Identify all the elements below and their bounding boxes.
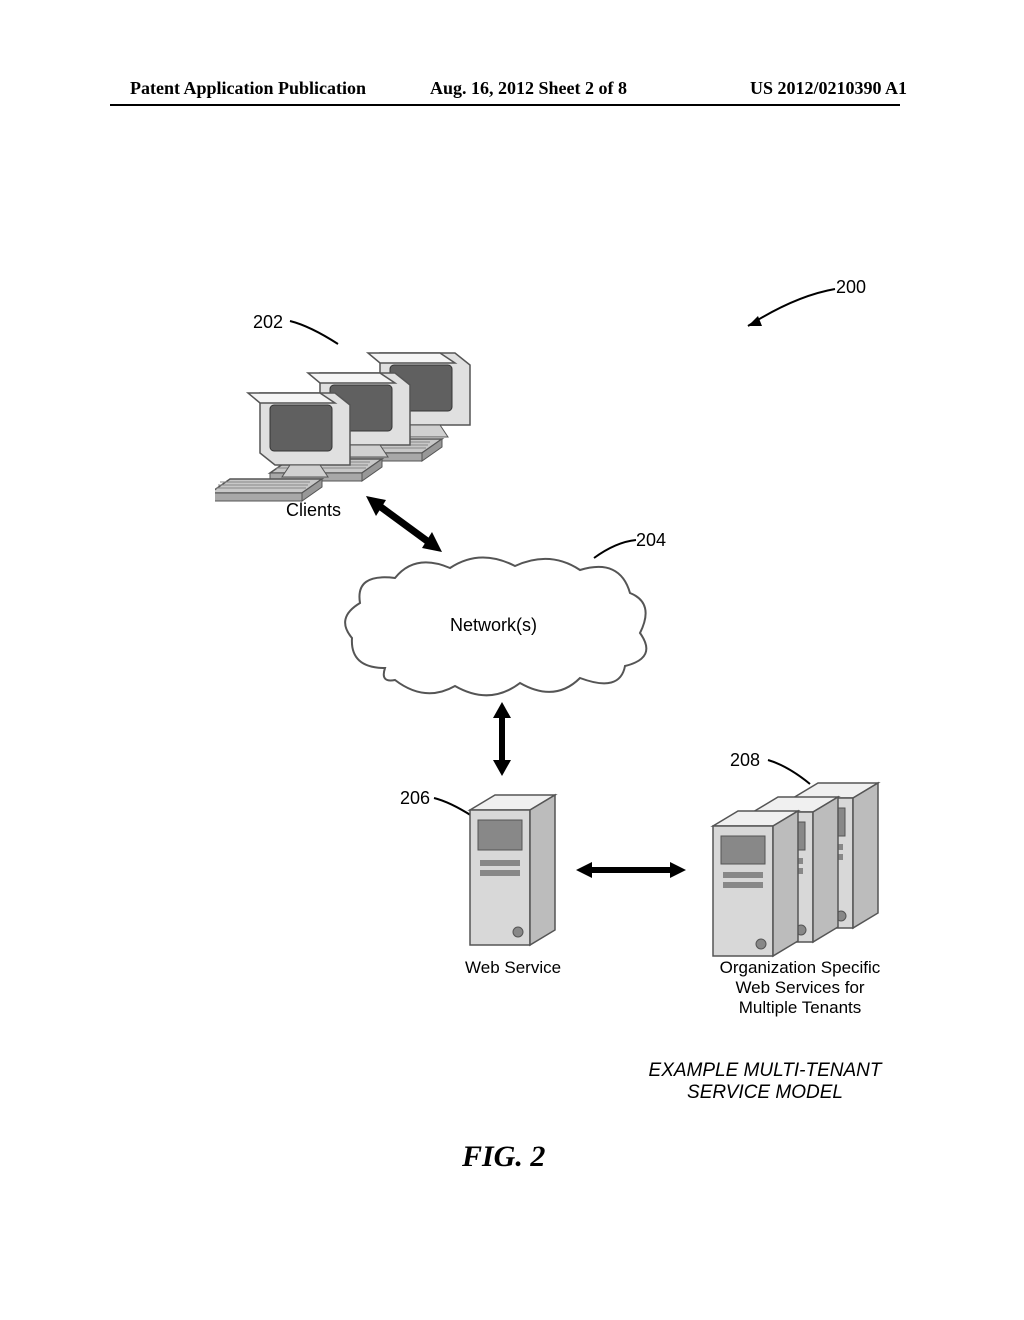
orgservices-label-l1: Organization Specific [720, 958, 881, 977]
clients-icon [215, 335, 505, 515]
header-rule [110, 104, 900, 106]
ref-200: 200 [836, 277, 866, 298]
ref-208: 208 [730, 750, 760, 771]
clients-label: Clients [286, 500, 341, 521]
leader-200-icon [740, 286, 840, 336]
arrow-network-webservice-icon [487, 700, 517, 780]
orgservices-label: Organization Specific Web Services for M… [700, 958, 900, 1018]
header-mid: Aug. 16, 2012 Sheet 2 of 8 [430, 78, 627, 99]
header-left: Patent Application Publication [130, 78, 366, 99]
figure-caption-l2: SERVICE MODEL [687, 1082, 843, 1103]
figure-caption: EXAMPLE MULTI-TENANT SERVICE MODEL [620, 1060, 910, 1104]
networks-label: Network(s) [450, 615, 537, 636]
ref-206: 206 [400, 788, 430, 809]
figure-caption-l1: EXAMPLE MULTI-TENANT [649, 1060, 882, 1081]
arrow-webservice-org-icon [572, 855, 692, 885]
orgservices-label-l3: Multiple Tenants [739, 998, 862, 1017]
webservice-icon [460, 790, 580, 960]
orgservices-label-l2: Web Services for [735, 978, 864, 997]
ref-202: 202 [253, 312, 283, 333]
figure-number: FIG. 2 [462, 1140, 545, 1174]
header-right: US 2012/0210390 A1 [750, 78, 907, 99]
webservice-label: Web Service [465, 958, 561, 978]
orgservices-icon [688, 772, 898, 962]
page: Patent Application Publication Aug. 16, … [0, 0, 1024, 1320]
